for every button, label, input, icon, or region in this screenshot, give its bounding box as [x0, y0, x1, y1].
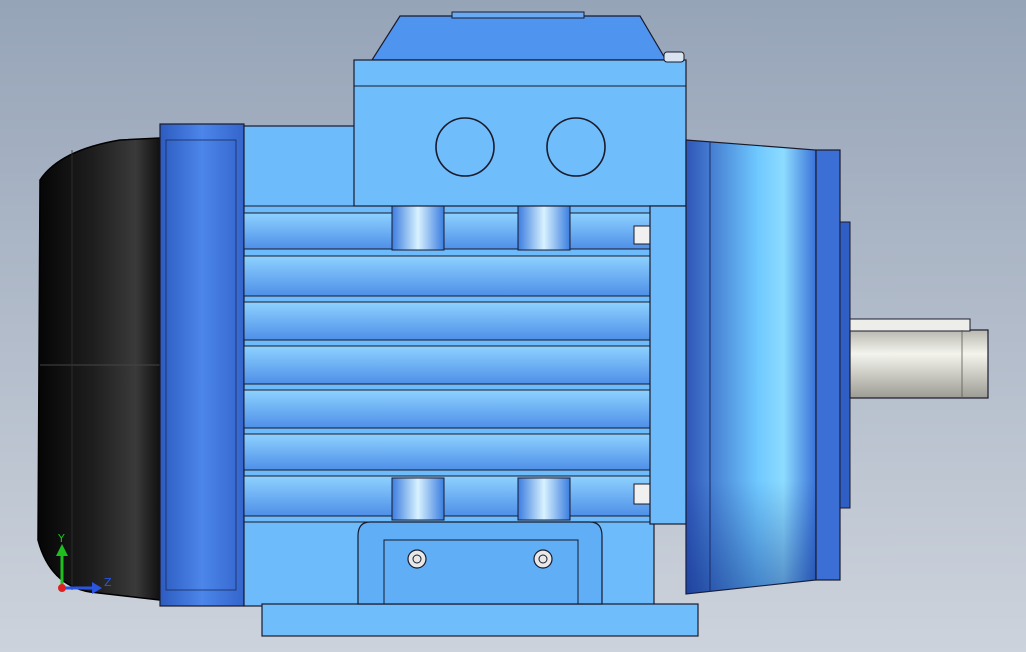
terminal-box[interactable] [353, 11, 687, 207]
fan-cover[interactable] [37, 137, 161, 601]
motor-model[interactable] [0, 0, 1026, 652]
cad-3d-viewport[interactable]: Y Z [0, 0, 1026, 652]
rear-end-shield[interactable] [159, 123, 259, 607]
output-shaft[interactable] [849, 318, 989, 399]
foot-bolt-left [407, 549, 427, 569]
foot-bolt-right [533, 549, 553, 569]
shaft-key [849, 318, 971, 332]
